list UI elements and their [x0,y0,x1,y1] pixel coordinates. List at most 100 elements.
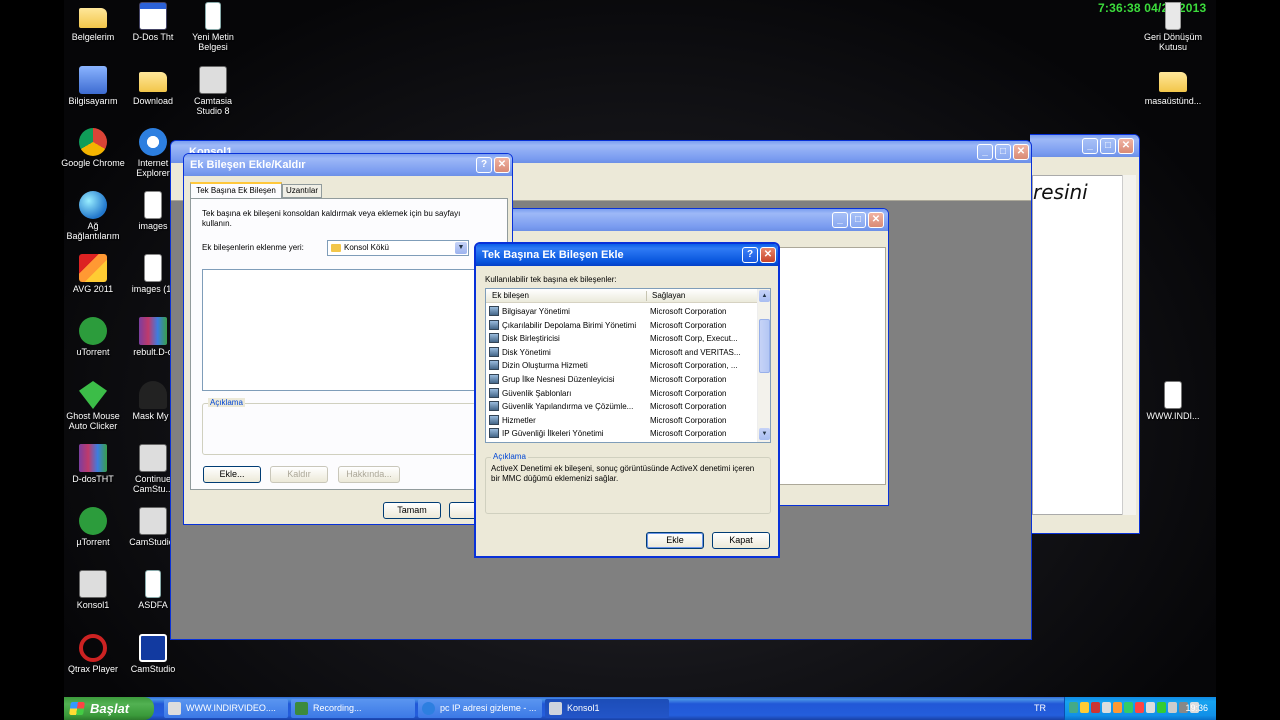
desktop-icon[interactable]: Download [121,66,185,106]
snapin-rows: Bilgisayar Yönetimi Microsoft Corporation… [486,305,758,441]
desktop-icon[interactable]: D-Dos Tht [121,2,185,42]
add-snapin-dialog[interactable]: Tek Başına Ek Bileşen Ekle ? ✕ Kullanıla… [474,242,780,558]
addremove-snapin-dialog[interactable]: Ek Bileşen Ekle/Kaldır ? ✕ Tek Başına Ek… [183,153,513,525]
close-icon[interactable]: ✕ [868,212,884,228]
child-window-titlebar[interactable]: _ □ ✕ [482,209,888,231]
desktop-icon[interactable]: uTorrent [61,317,125,357]
desktop-icon[interactable]: Qtrax Player [61,634,125,674]
list-item[interactable]: Grup İlke Nesnesi Düzenleyicisi Microsoft… [486,373,758,387]
desktop-icon[interactable]: Yeni Metin Belgesi [181,2,245,52]
list-item[interactable]: Bilgisayar Yönetimi Microsoft Corporation [486,305,758,319]
tray-icon[interactable] [1091,702,1100,713]
taskbar-item-recording[interactable]: Recording... [291,699,415,718]
tray-icon[interactable] [1080,702,1089,713]
tab-extensions[interactable]: Uzantılar [282,184,322,198]
snapin-list[interactable] [202,269,498,391]
folder-docs-icon [79,2,107,30]
tray-icon[interactable] [1124,702,1133,713]
list-item[interactable]: Güvenlik Yapılandırma ve Çözümle... Micro… [486,400,758,414]
desktop-icon-label: Ghost Mouse Auto Clicker [66,411,120,431]
desktop-icon[interactable]: Ağ Bağlantılarım [61,191,125,241]
ok-button[interactable]: Tamam [383,502,441,519]
language-indicator[interactable]: TR [1034,697,1046,720]
desktop-icon[interactable]: AVG 2011 [61,254,125,294]
snapin-icon [489,387,499,398]
list-item[interactable]: IP Güvenliği İlkeleri Yönetimi Microsoft … [486,427,758,441]
desktop-icon[interactable]: Camtasia Studio 8 [181,66,245,116]
help-icon[interactable]: ? [476,157,492,173]
minimize-icon[interactable]: _ [977,144,993,160]
add-dialog-titlebar[interactable]: Tek Başına Ek Bileşen Ekle ? ✕ [476,244,778,266]
background-window[interactable]: _ □ ✕ resini [1030,134,1140,534]
desktop-icon[interactable]: D-dosTHT [61,444,125,484]
maximize-icon[interactable]: □ [995,144,1011,160]
desktop-icon[interactable]: Geri Dönüşüm Kutusu [1141,2,1205,52]
tray-clock[interactable]: 19:36 [1185,697,1208,720]
maximize-icon[interactable]: □ [1100,138,1116,154]
taskbar-item-browser[interactable]: pc IP adresi gizleme - ... [418,699,542,718]
close-icon[interactable]: ✕ [1013,144,1029,160]
available-snapins-list[interactable]: Ek bileşen Sağlayan Bilgisayar Yönetimi M… [485,288,771,443]
desktop-icon[interactable]: Bilgisayarım [61,66,125,106]
taskbar-item-konsol1[interactable]: Konsol1 [545,699,669,718]
desktop-icon-label: Internet Explorer [136,158,170,178]
about-snapin-button[interactable]: Hakkında... [338,466,400,483]
add-dialog-title: Tek Başına Ek Bileşen Ekle [482,249,624,261]
desktop-icon[interactable]: Google Chrome [61,128,125,168]
remove-snapin-button[interactable]: Kaldır [270,466,328,483]
background-window-titlebar[interactable]: _ □ ✕ [1030,135,1139,157]
desktop-icon[interactable]: CamStudio [121,634,185,674]
start-button[interactable]: Başlat [64,697,154,720]
scrollbar[interactable] [1122,175,1136,515]
tray-icon[interactable] [1113,702,1122,713]
desktop-icon[interactable]: µTorrent [61,507,125,547]
list-item[interactable]: Güvenlik Şablonları Microsoft Corporation [486,387,758,401]
desktop-icon[interactable]: Konsol1 [61,570,125,610]
scroll-down-icon[interactable]: ▼ [759,428,770,440]
tray-icon[interactable] [1168,702,1177,713]
list-item[interactable]: Disk Birleştiricisi Microsoft Corp, Execu… [486,332,758,346]
list-item[interactable]: Disk Yönetimi Microsoft and VERITAS... [486,346,758,360]
location-dropdown[interactable]: Konsol Kökü ▼ [327,240,469,256]
maximize-icon[interactable]: □ [850,212,866,228]
snapin-name-text: Güvenlik Yapılandırma ve Çözümle... [502,402,634,412]
column-divider[interactable] [646,291,647,301]
desktop-icon[interactable]: WWW.INDI... [1141,381,1205,421]
list-scrollbar[interactable]: ▲ ▼ [757,289,770,442]
addremove-dialog-titlebar[interactable]: Ek Bileşen Ekle/Kaldır ? ✕ [184,154,512,176]
desktop-icon[interactable]: Belgelerim [61,2,125,42]
add-snapin-button[interactable]: Ekle... [203,466,261,483]
add-button[interactable]: Ekle [646,532,704,549]
close-button[interactable]: Kapat [712,532,770,549]
list-item[interactable]: Dizin Oluşturma Hizmeti Microsoft Corpora… [486,359,758,373]
tray-icon[interactable] [1157,702,1166,713]
help-icon[interactable]: ? [742,247,758,263]
desktop-icon[interactable]: Ghost Mouse Auto Clicker [61,381,125,431]
scroll-up-icon[interactable]: ▲ [759,290,770,302]
minimize-icon[interactable]: _ [1082,138,1098,154]
scroll-thumb[interactable] [759,319,770,373]
image-file-icon [139,191,167,219]
tab-standalone[interactable]: Tek Başına Ek Bileşen [190,182,282,199]
close-icon[interactable]: ✕ [1118,138,1134,154]
close-icon[interactable]: ✕ [760,247,776,263]
taskbar-item-indirvideo[interactable]: WWW.INDIRVIDEO.... [164,699,288,718]
minimize-icon[interactable]: _ [832,212,848,228]
tray-icon[interactable] [1146,702,1155,713]
desktop-icon-label: Google Chrome [61,158,125,168]
chevron-down-icon[interactable]: ▼ [455,242,467,254]
desktop-icon-label: Continue CamStu... [132,474,173,494]
desktop-icon[interactable]: masaüstünd... [1141,66,1205,106]
snapin-name: Güvenlik Yapılandırma ve Çözümle... [489,400,633,414]
column-header-snapin[interactable]: Ek bileşen [492,289,529,303]
close-icon[interactable]: ✕ [494,157,510,173]
list-item[interactable]: Çıkarılabilir Depolama Birimi Yönetimi Mi… [486,319,758,333]
tray-icon[interactable] [1069,702,1078,713]
tray-icon[interactable] [1135,702,1144,713]
column-header-vendor[interactable]: Sağlayan [652,289,685,303]
snapin-name-text: Hizmetler [502,415,536,425]
list-item[interactable]: Hizmetler Microsoft Corporation [486,414,758,428]
snapin-name-text: Bilgisayar Yönetimi [502,307,570,316]
snapin-name: Dizin Oluşturma Hizmeti [489,359,588,373]
tray-icon[interactable] [1102,702,1111,713]
